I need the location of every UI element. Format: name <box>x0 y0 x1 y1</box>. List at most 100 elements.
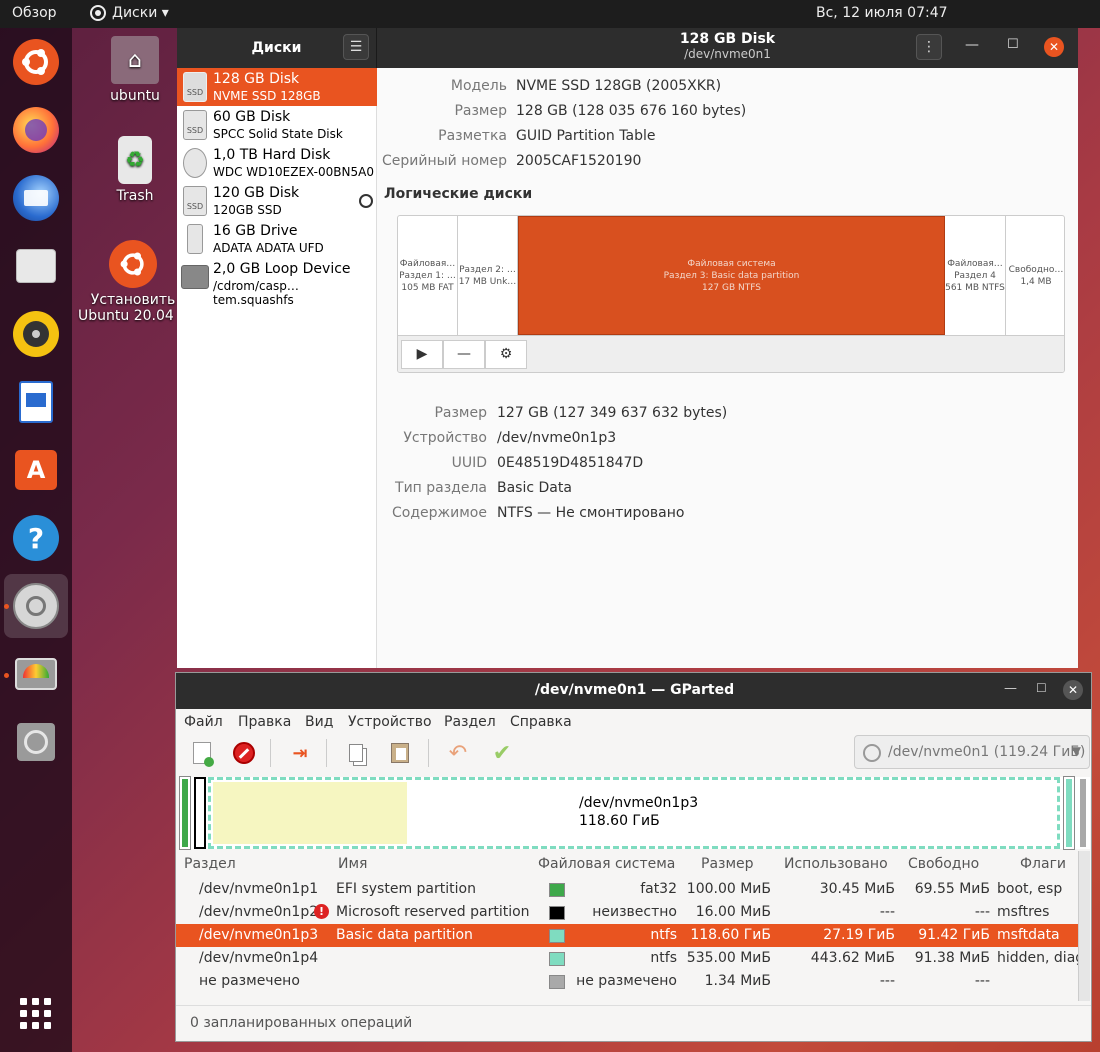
device-label: Устройство <box>403 430 487 446</box>
maximize-icon[interactable]: ☐ <box>1036 681 1047 695</box>
minimize-icon[interactable]: — <box>965 37 979 53</box>
col-flags[interactable]: Флаги <box>1020 856 1066 872</box>
desktop-trash[interactable]: ♻ Trash <box>80 136 190 204</box>
rhythmbox-icon[interactable] <box>10 308 62 360</box>
volume-segment-selected[interactable]: Файловая система Раздел 3: Basic data pa… <box>518 216 945 335</box>
drive-item[interactable]: SSD 60 GB Disk SPCC Solid State Disk <box>177 106 377 144</box>
vol-size-row: Размер 127 GB (127 349 637 632 bytes) <box>377 405 1078 425</box>
partition-graph-unallocated[interactable] <box>1078 777 1088 849</box>
menu-partition[interactable]: Раздел <box>444 714 496 730</box>
row-name: Microsoft reserved partition <box>336 904 530 920</box>
partition-graph-p1[interactable] <box>179 776 191 850</box>
volume-segment[interactable]: Раздел 2: … 17 MB Unk… <box>458 216 518 335</box>
home-folder-label: ubuntu <box>110 88 160 104</box>
table-row[interactable]: /dev/nvme0n1p4 ntfs 535.00 МиБ 443.62 Ми… <box>176 947 1089 970</box>
close-icon[interactable]: ✕ <box>1063 680 1083 700</box>
partition-graph-p2[interactable] <box>194 777 206 849</box>
apply-icon[interactable]: ✔ <box>486 737 518 769</box>
menu-file[interactable]: Файл <box>184 714 223 730</box>
col-filesystem[interactable]: Файловая система <box>538 856 675 872</box>
firefox-icon[interactable] <box>10 104 62 156</box>
used-space-bar <box>213 782 407 844</box>
row-size: 100.00 МиБ <box>686 881 771 897</box>
drive-item[interactable]: SSD 128 GB Disk NVME SSD 128GB <box>177 68 377 106</box>
volume-segment[interactable]: Свободно… 1,4 MB <box>1006 216 1064 335</box>
partition-table-header: Раздел Имя Файловая система Размер Испол… <box>176 853 1091 875</box>
row-free: 91.42 ГиБ <box>918 927 990 943</box>
drive-name: 60 GB Disk <box>213 109 291 125</box>
thunderbird-icon[interactable] <box>10 172 62 224</box>
software-icon[interactable]: A <box>10 444 62 496</box>
undo-icon[interactable]: ↶ <box>442 737 474 769</box>
drive-options-menu-icon[interactable]: ⋮ <box>916 34 942 60</box>
maximize-icon[interactable]: ☐ <box>1007 37 1019 52</box>
table-row[interactable]: не размечено не размечено 1.34 МиБ --- -… <box>176 970 1089 993</box>
menu-edit[interactable]: Правка <box>238 714 291 730</box>
volume-segment[interactable]: Файловая… Раздел 4 561 MB NTFS <box>945 216 1006 335</box>
disks-window: Диски ☰ 128 GB Disk /dev/nvme0n1 ⋮ — ☐ ✕… <box>177 28 1078 668</box>
gparted-icon[interactable] <box>10 648 62 700</box>
writer-icon[interactable] <box>10 376 62 428</box>
ssd-icon: SSD <box>183 186 207 216</box>
warning-icon[interactable]: ! <box>314 904 329 919</box>
menu-help[interactable]: Справка <box>510 714 572 730</box>
row-flags: msftres <box>997 904 1050 920</box>
dock: A ? <box>0 28 72 1052</box>
app-menu[interactable]: Диски ▾ <box>90 5 169 21</box>
help-icon[interactable]: ? <box>10 512 62 564</box>
row-partition: /dev/nvme0n1p3 <box>199 927 319 943</box>
col-name[interactable]: Имя <box>338 856 367 872</box>
menu-device[interactable]: Устройство <box>348 714 432 730</box>
col-used[interactable]: Использовано <box>784 856 888 872</box>
table-row[interactable]: /dev/nvme0n1p2 ! Microsoft reserved part… <box>176 901 1089 924</box>
drive-item[interactable]: 2,0 GB Loop Device /cdrom/casp…tem.squas… <box>177 258 377 307</box>
files-icon[interactable] <box>10 240 62 292</box>
status-divider <box>176 1005 1091 1006</box>
col-partition[interactable]: Раздел <box>184 856 236 872</box>
clock[interactable]: Вс, 12 июля 07:47 <box>816 5 948 21</box>
volume-segment[interactable]: Файловая… Раздел 1: … 105 MB FAT <box>398 216 458 335</box>
volumes-heading: Логические диски <box>384 186 533 202</box>
table-row-selected[interactable]: /dev/nvme0n1p3 Basic data partition ntfs… <box>176 924 1089 947</box>
desktop-home-folder[interactable]: ⌂ ubuntu <box>80 36 190 104</box>
partition-graph-p3[interactable]: /dev/nvme0n1p3 118.60 ГиБ <box>208 777 1060 849</box>
table-row[interactable]: /dev/nvme0n1p1 EFI system partition fat3… <box>176 878 1089 901</box>
close-icon[interactable]: ✕ <box>1044 37 1064 57</box>
activities-button[interactable]: Обзор <box>12 5 57 21</box>
loop-device-icon <box>181 265 209 289</box>
drive-item[interactable]: SSD 120 GB Disk 120GB SSD <box>177 182 377 220</box>
col-size[interactable]: Размер <box>701 856 754 872</box>
paste-icon[interactable] <box>384 737 416 769</box>
delete-partition-icon[interactable]: — <box>443 340 485 369</box>
show-apps-icon[interactable] <box>10 988 62 1040</box>
gparted-window: /dev/nvme0n1 — GParted — ☐ ✕ Файл Правка… <box>175 672 1092 1042</box>
contents-row: Содержимое NTFS — Не смонтировано <box>377 505 1078 525</box>
table-scrollbar[interactable] <box>1078 851 1090 1001</box>
uuid-label: UUID <box>451 455 487 471</box>
drive-model: WDC WD10EZEX-00BN5A0 <box>213 165 374 179</box>
col-free[interactable]: Свободно <box>908 856 979 872</box>
resize-move-icon[interactable]: ⇥ <box>284 737 316 769</box>
drive-item[interactable]: 1,0 TB Hard Disk WDC WD10EZEX-00BN5A0 <box>177 144 377 182</box>
new-partition-icon[interactable] <box>186 737 218 769</box>
drive-name: 16 GB Drive <box>213 223 298 239</box>
copy-icon[interactable] <box>340 737 372 769</box>
partition-graph-p4[interactable] <box>1063 776 1075 850</box>
drive-model: SPCC Solid State Disk <box>213 127 343 141</box>
drive-item[interactable]: 16 GB Drive ADATA ADATA UFD <box>177 220 377 258</box>
row-partition: /dev/nvme0n1p4 <box>199 950 319 966</box>
optical-drive-icon[interactable] <box>10 716 62 768</box>
hamburger-menu-icon[interactable]: ☰ <box>343 34 369 60</box>
row-fs: ntfs <box>650 950 677 966</box>
segment-size: 105 MB FAT <box>401 282 454 293</box>
partition-settings-gear-icon[interactable]: ⚙ <box>485 340 527 369</box>
menu-view[interactable]: Вид <box>305 714 333 730</box>
minimize-icon[interactable]: — <box>1004 681 1017 696</box>
trash-label: Trash <box>116 188 154 204</box>
desktop-install-ubuntu[interactable]: Установить Ubuntu 20.04 L <box>78 240 188 324</box>
mount-play-icon[interactable]: ▶ <box>401 340 443 369</box>
disks-icon[interactable] <box>4 574 68 638</box>
device-selector[interactable]: /dev/nvme0n1 (119.24 ГиБ) ▼ <box>854 735 1090 769</box>
delete-partition-icon[interactable] <box>228 737 260 769</box>
ubuntu-logo-icon[interactable] <box>10 36 62 88</box>
